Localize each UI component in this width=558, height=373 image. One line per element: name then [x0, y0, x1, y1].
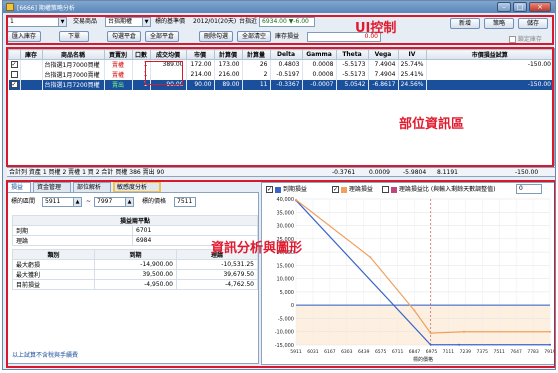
summary-theta: -5.9804 — [403, 169, 427, 176]
minimize-button[interactable]: – — [497, 2, 511, 12]
summary-pnl: -150.00 — [515, 169, 539, 176]
main-window: [6666] 期權策略分析 – □ × 1 ▼ 交易商品 台指期權 ▼ 標的基準價 … — [2, 0, 556, 370]
summary-delta: -0.3761 — [332, 169, 356, 176]
ui-control-annotation: UI控制 — [355, 21, 397, 36]
analysis-annotation: 資訊分析與圖形 — [211, 241, 303, 256]
ui-control-highlight — [6, 15, 554, 45]
window-title: [6666] 期權策略分析 — [17, 4, 75, 12]
app-icon — [6, 3, 14, 11]
close-button[interactable]: × — [529, 2, 551, 12]
title-bar: [6666] 期權策略分析 – □ × — [3, 1, 555, 13]
summary-vega: 8.1191 — [437, 169, 458, 176]
maximize-button[interactable]: □ — [513, 2, 527, 12]
avg-price-highlight — [145, 61, 183, 85]
summary-text: 合計列 資產 1 買權 2 賣權 1 買 2 合計 買權 386 賣出 90 — [9, 169, 165, 176]
analysis-highlight — [6, 180, 555, 368]
position-info-annotation: 部位資訊區 — [399, 117, 465, 132]
position-info-highlight — [6, 47, 554, 167]
summary-bar: 合計列 資產 1 買權 2 賣權 1 買 2 合計 買權 386 賣出 90 -… — [7, 167, 555, 177]
summary-gamma: 0.0009 — [369, 169, 390, 176]
page: [6666] 期權策略分析 – □ × 1 ▼ 交易商品 台指期權 ▼ 標的基準價 … — [0, 0, 558, 373]
